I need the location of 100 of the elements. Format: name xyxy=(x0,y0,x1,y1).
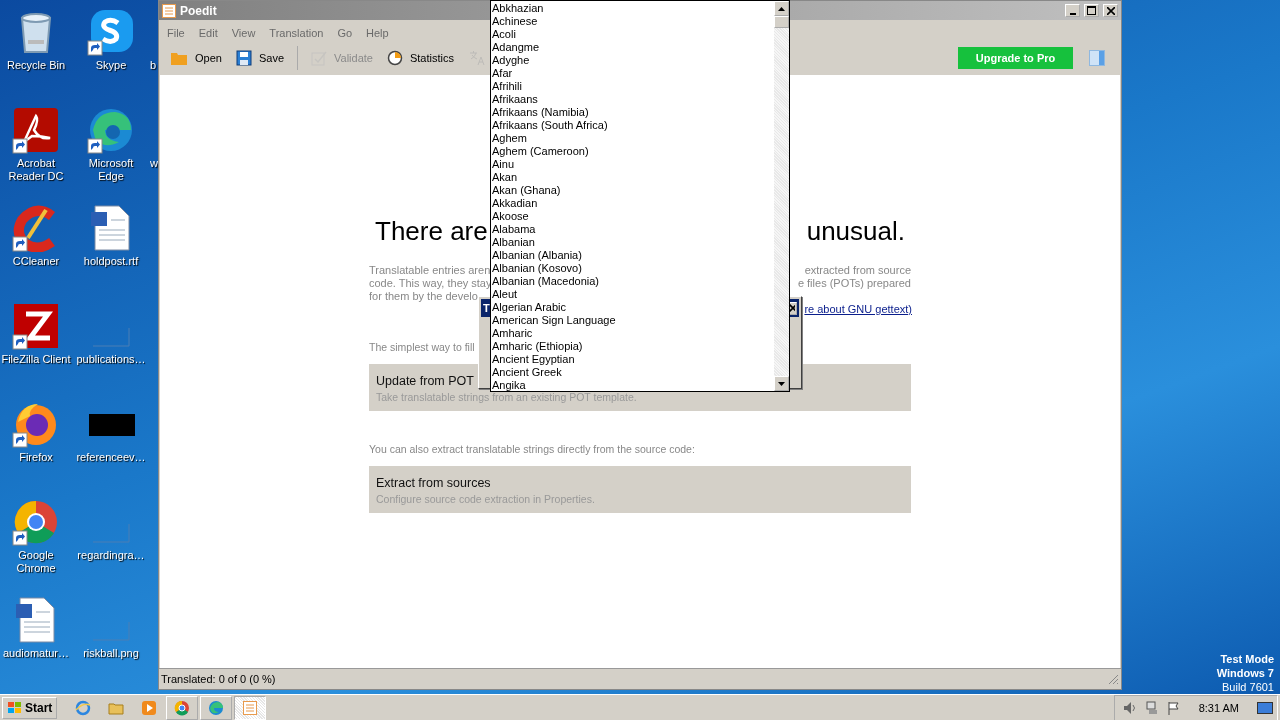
icon-label[interactable]: Acrobat Reader DC xyxy=(0,157,72,183)
action-card[interactable]: Extract from sources Configure source code extraction in Properties. xyxy=(369,466,911,513)
icon-label[interactable]: riskball.png xyxy=(75,647,147,660)
list-item[interactable]: Amharic xyxy=(492,327,773,340)
show-desktop-icon[interactable] xyxy=(1257,701,1273,715)
media-player-icon xyxy=(141,700,158,716)
list-item[interactable]: Amharic (Ethiopia) xyxy=(492,340,773,353)
up-arrow-icon xyxy=(778,6,785,11)
taskbar-button[interactable] xyxy=(166,696,199,720)
window-title: Poedit xyxy=(180,3,217,18)
list-item[interactable]: Albanian (Macedonia) xyxy=(492,275,773,288)
list-item[interactable]: Afrikaans (Namibia) xyxy=(492,106,773,119)
list-item[interactable]: Akan (Ghana) xyxy=(492,184,773,197)
scroll-thumb[interactable] xyxy=(774,16,789,28)
list-item[interactable]: Akan xyxy=(492,171,773,184)
list-item[interactable]: Albanian (Kosovo) xyxy=(492,262,773,275)
close-icon xyxy=(1106,6,1115,15)
save-button[interactable]: Save xyxy=(230,47,289,69)
start-button[interactable]: Start xyxy=(2,697,58,719)
dialog-title: T xyxy=(483,302,490,314)
description-text: Translatable entries aren xyxy=(369,264,491,277)
scroll-up-button[interactable] xyxy=(774,1,789,16)
card-title: Extract from sources xyxy=(376,476,491,490)
close-button[interactable] xyxy=(1103,4,1118,17)
taskbar-button[interactable] xyxy=(200,696,233,720)
heading: unusual. xyxy=(806,215,905,248)
list-item[interactable]: American Sign Language xyxy=(492,314,773,327)
icon-label[interactable]: w xyxy=(150,106,160,169)
icon-label[interactable]: Microsoft Edge xyxy=(75,157,147,183)
list-item[interactable]: Achinese xyxy=(492,15,773,28)
list-item[interactable]: Ainu xyxy=(492,158,773,171)
scrollbar[interactable] xyxy=(774,1,789,391)
list-item[interactable]: Albanian (Albania) xyxy=(492,249,773,262)
list-item[interactable]: Abkhazian xyxy=(492,2,773,15)
sidebar-toggle-icon[interactable] xyxy=(1089,50,1105,66)
browser-icon xyxy=(208,700,225,716)
app-icon[interactable] xyxy=(12,106,60,154)
list-item[interactable]: Alabama xyxy=(492,223,773,236)
maximize-icon xyxy=(1087,6,1096,15)
open-button[interactable]: Open xyxy=(165,47,227,69)
icon-label[interactable]: FileZilla Client xyxy=(0,353,72,366)
icon-label[interactable]: referenceev… xyxy=(75,451,147,464)
list-item[interactable]: Angika xyxy=(492,379,773,391)
card-subtitle: Take translatable strings from an existing POT template. xyxy=(376,391,637,403)
menu-item[interactable]: File xyxy=(167,26,185,39)
link[interactable]: re about GNU gettext) xyxy=(804,303,912,316)
list-item[interactable]: Adyghe xyxy=(492,54,773,67)
list-item[interactable]: Adangme xyxy=(492,41,773,54)
icon-label[interactable]: Skype xyxy=(75,59,147,72)
icon-label[interactable]: holdpost.rtf xyxy=(75,255,147,268)
list-item[interactable]: Afrihili xyxy=(492,80,773,93)
list-item[interactable]: Aghem (Cameroon) xyxy=(492,145,773,158)
folder-icon xyxy=(108,700,125,716)
icon-label[interactable]: Firefox xyxy=(0,451,72,464)
description-text: You can also extract translatable strings directly from the source code: xyxy=(369,443,695,456)
list-item[interactable]: Afar xyxy=(492,67,773,80)
list-item[interactable]: Afrikaans (South Africa) xyxy=(492,119,773,132)
list-item[interactable]: Albanian xyxy=(492,236,773,249)
icon-label[interactable]: Google Chrome xyxy=(0,549,72,575)
list-item[interactable]: Algerian Arabic xyxy=(492,301,773,314)
heading: There are xyxy=(375,215,488,248)
status-text: Translated: 0 of 0 (0 %) xyxy=(161,673,276,685)
menu-item[interactable]: Edit xyxy=(198,26,218,39)
list-item[interactable]: Ancient Egyptian xyxy=(492,353,773,366)
browser-icon xyxy=(75,700,92,716)
flag-icon[interactable] xyxy=(1166,701,1181,715)
clock[interactable]: 8:31 AM xyxy=(1198,702,1239,714)
resize-grip-icon[interactable] xyxy=(1107,673,1119,685)
app-icon[interactable] xyxy=(12,498,60,546)
folder-icon xyxy=(170,50,188,66)
menu-item[interactable]: Go xyxy=(337,26,353,39)
app-icon[interactable] xyxy=(87,8,135,56)
icon-label[interactable]: publications… xyxy=(75,353,147,366)
icon-label[interactable]: b xyxy=(150,8,160,71)
menu-item[interactable]: Help xyxy=(366,26,389,39)
scroll-down-button[interactable] xyxy=(774,376,789,391)
app-icon[interactable] xyxy=(87,106,135,154)
list-item[interactable]: Akoose xyxy=(492,210,773,223)
list-item[interactable]: Afrikaans xyxy=(492,93,773,106)
minimize-button[interactable] xyxy=(1065,4,1080,17)
pie-chart-icon xyxy=(386,50,403,66)
list-item[interactable]: Aleut xyxy=(492,288,773,301)
icon-label[interactable]: audiomatur… xyxy=(0,647,72,660)
statistics-button[interactable]: Statistics xyxy=(381,47,459,69)
app-icon[interactable] xyxy=(12,302,60,350)
description-text: The simplest way to fill xyxy=(369,341,475,354)
icon-label[interactable]: regardingra… xyxy=(75,549,147,562)
menu-item[interactable]: View xyxy=(231,26,256,39)
maximize-button[interactable] xyxy=(1084,4,1099,17)
menu-item[interactable]: Translation xyxy=(269,26,324,39)
list-item[interactable]: Ancient Greek xyxy=(492,366,773,379)
card-title: Update from POT xyxy=(376,374,474,388)
icon-label[interactable]: CCleaner xyxy=(0,255,72,268)
speaker-icon[interactable] xyxy=(1122,701,1137,715)
down-arrow-icon xyxy=(778,381,785,386)
icon-label[interactable]: Recycle Bin xyxy=(0,59,72,72)
list-item[interactable]: Acoli xyxy=(492,28,773,41)
list-item[interactable]: Aghem xyxy=(492,132,773,145)
list-item[interactable]: Akkadian xyxy=(492,197,773,210)
windows-flag-icon xyxy=(7,701,23,715)
